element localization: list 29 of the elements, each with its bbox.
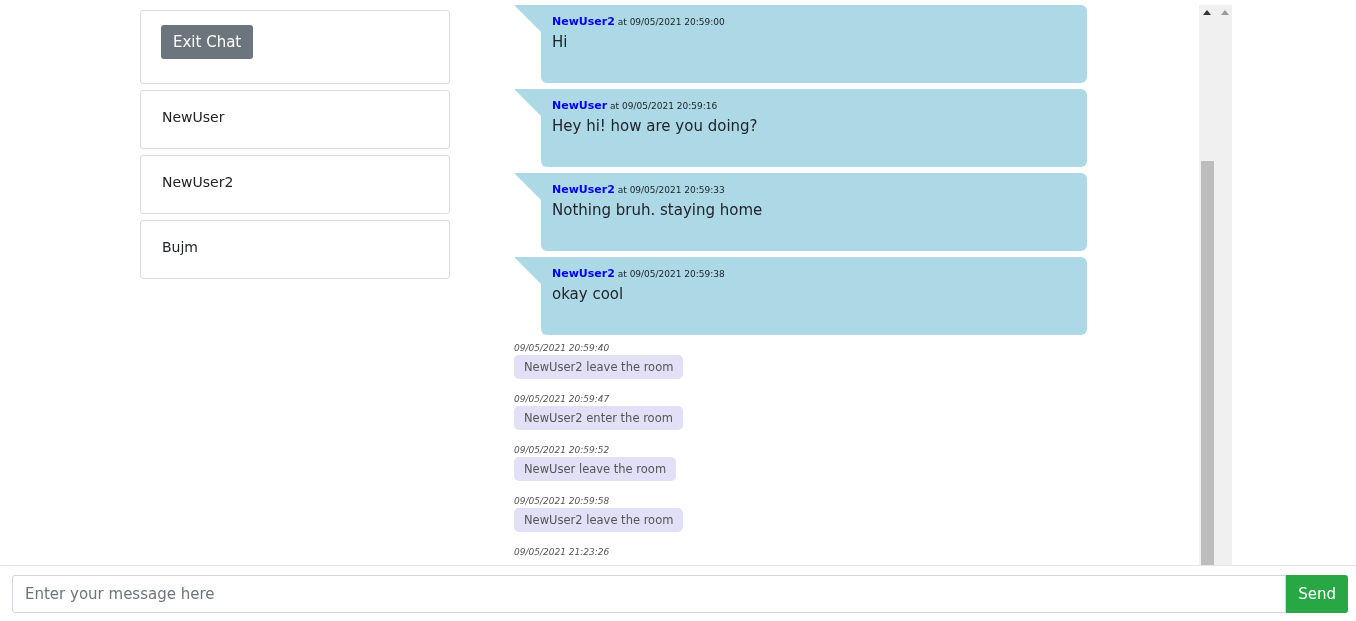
event-time: 09/05/2021 20:59:58 [514,496,611,506]
event-notice: NewUser2 enter the room [514,406,683,430]
scrollbar[interactable] [1199,5,1232,565]
event-notice: NewUser leave the room [514,457,677,481]
message-author: NewUser [552,99,608,112]
message-time: at 09/05/2021 20:59:38 [617,269,725,279]
message-author: NewUser2 [552,267,615,280]
event-time: 09/05/2021 20:59:47 [514,394,611,404]
event-time: 09/05/2021 20:59:40 [514,343,611,353]
scroll-up-icon[interactable] [1203,10,1211,15]
exit-chat-button[interactable]: Exit Chat [161,25,254,59]
user-list-item[interactable]: Bujm [140,220,450,279]
scrollbar-thumb[interactable] [1201,161,1214,565]
event-notice: NewUser2 leave the room [514,508,684,532]
user-list-item[interactable]: NewUser2 [140,155,450,214]
message-text: okay cool [552,285,625,303]
event-time: 09/05/2021 21:23:26 [514,547,611,557]
message-author: NewUser2 [552,15,615,28]
message-text: Hi [552,33,569,51]
message-author: NewUser2 [552,183,615,196]
message-input[interactable]: Enter your message here [12,574,1287,613]
event-notice: NewUser2 leave the room [514,355,684,379]
message-time: at 09/05/2021 20:59:00 [617,17,725,27]
message-text: Nothing bruh. staying home [552,201,764,219]
message-time: at 09/05/2021 20:59:33 [617,185,725,195]
message-text: Hey hi! how are you doing? [552,117,759,135]
message-time: at 09/05/2021 20:59:16 [610,101,718,111]
user-list-item[interactable]: NewUser [140,90,450,149]
event-time: 09/05/2021 20:59:52 [514,445,611,455]
